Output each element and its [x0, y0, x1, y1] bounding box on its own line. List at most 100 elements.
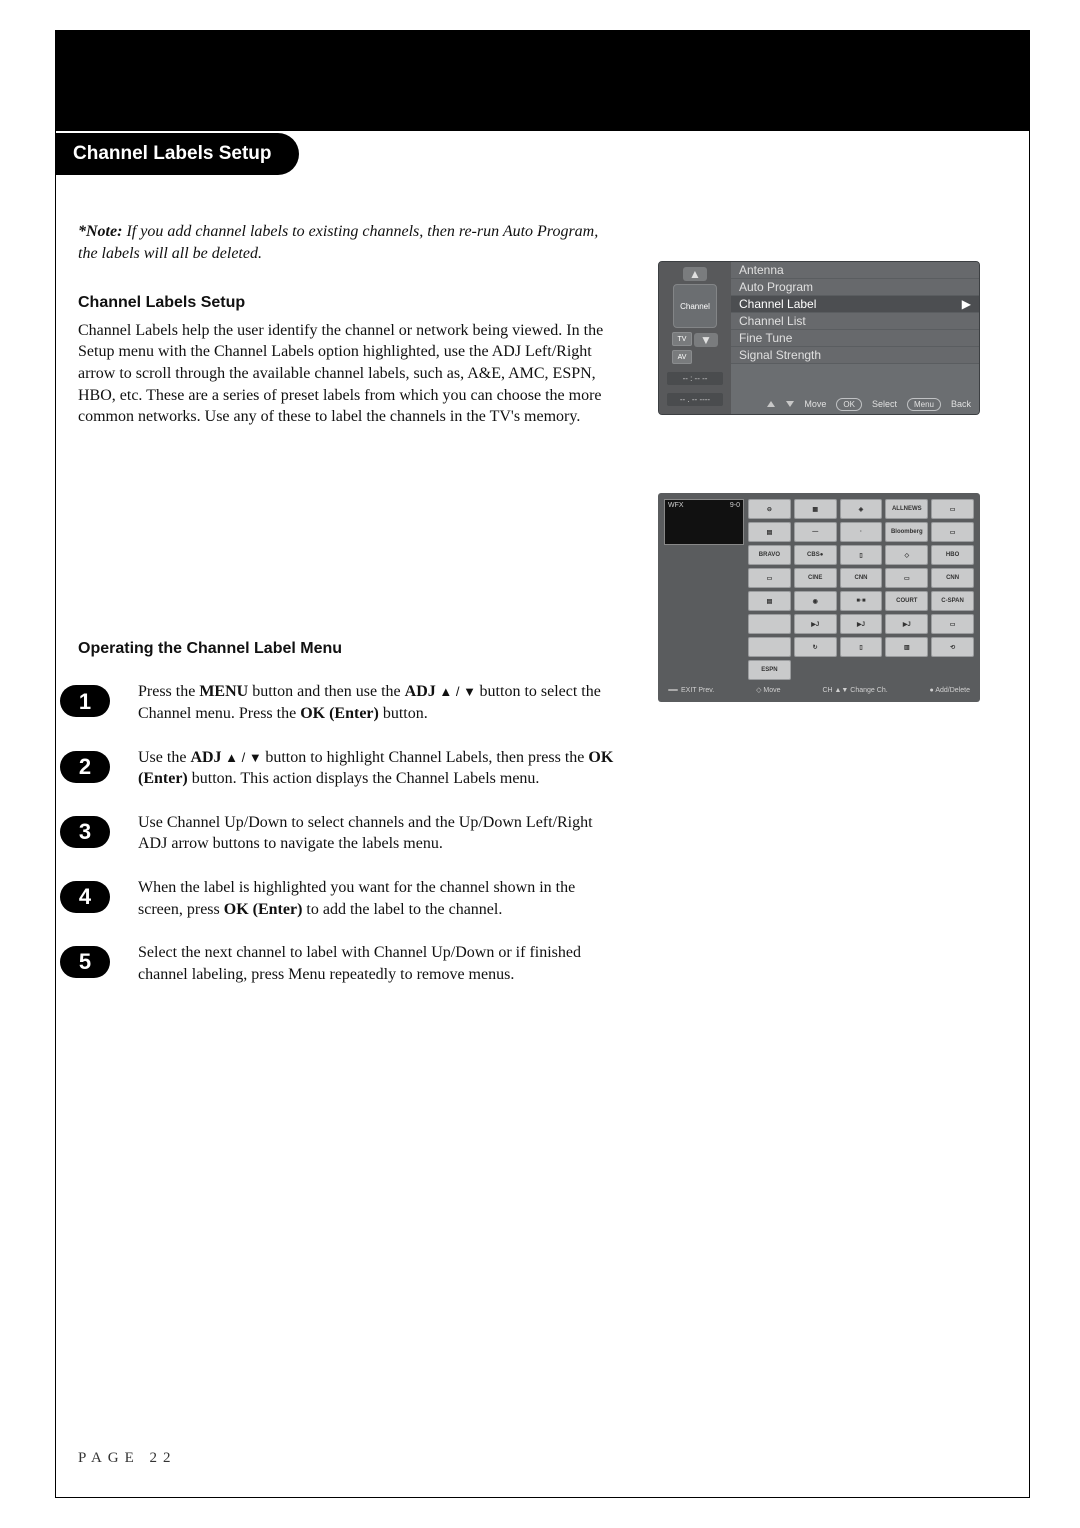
grid-footer-hints: EXIT Prev. ◇ Move CH ▲▼ Change Ch. ● Add…	[664, 684, 974, 696]
logo-cell: ↻	[794, 637, 837, 657]
step-chip: 2	[60, 751, 110, 783]
hint-move: Move	[804, 399, 826, 409]
up-arrow-icon: ▲	[683, 267, 707, 281]
hint-add-delete: ● Add/Delete	[930, 686, 970, 694]
preview-box: WFX 9-0	[664, 499, 744, 545]
manual-page: Channel Labels Setup *Note: If you add c…	[55, 30, 1030, 1498]
chevron-right-icon: ▶	[962, 297, 971, 311]
av-icon: AV	[672, 350, 692, 364]
osd-row-auto-program: Auto Program	[731, 279, 979, 296]
t: button to highlight Channel Labels, then…	[265, 749, 588, 766]
logo-cell: ▭	[885, 568, 928, 588]
step-chip: 5	[60, 946, 110, 978]
osd-left-panel: ▲ Channel TV ▼ AV -- : -- -- -	[659, 262, 731, 414]
down-arrow-icon: ▼	[694, 333, 718, 347]
logo-cell: ·	[840, 522, 883, 542]
logo-cell: C-SPAN	[931, 591, 974, 611]
logo-cell: ▶J	[794, 614, 837, 634]
logo-cell: ▭	[748, 568, 791, 588]
operating-heading: Operating the Channel Label Menu	[78, 638, 618, 660]
logo-cell: ◇	[885, 545, 928, 565]
step-text: Select the next channel to label with Ch…	[138, 942, 618, 985]
logo-cell: CNN	[931, 568, 974, 588]
step-text: Use Channel Up/Down to select channels a…	[138, 812, 618, 855]
note-block: *Note: If you add channel labels to exis…	[78, 221, 618, 264]
osd-row-antenna: Antenna	[731, 262, 979, 279]
osd-row-label: Channel Label	[739, 297, 816, 311]
osd-row-channel-label: Channel Label ▶	[731, 296, 979, 313]
logo-cell: BRAVO	[748, 545, 791, 565]
osd-row-channel-list: Channel List	[731, 313, 979, 330]
note-text: If you add channel labels to existing ch…	[78, 223, 598, 262]
right-column: ▲ Channel TV ▼ AV -- : -- -- -	[658, 221, 994, 1007]
logo-cell: ▭	[931, 499, 974, 519]
step-5: 5 Select the next channel to label with …	[78, 942, 618, 985]
osd-row-label: Auto Program	[739, 280, 813, 294]
hint-change-ch: CH ▲▼ Change Ch.	[822, 686, 887, 694]
logo-cell: ◈	[840, 499, 883, 519]
hint-move: ◇ Move	[756, 686, 780, 694]
section-body: Channel Labels help the user identify th…	[78, 320, 618, 428]
header-black-band	[56, 31, 1029, 131]
page-number: PAGE 22	[78, 1450, 177, 1467]
t: to add the label to the channel.	[302, 901, 502, 918]
t: button. This action displays the Channel…	[188, 770, 540, 787]
osd-row-label: Channel List	[739, 314, 806, 328]
logo-cell: ⟲	[931, 637, 974, 657]
step-3: 3 Use Channel Up/Down to select channels…	[78, 812, 618, 855]
logo-grid: ⊖▦◈ALLNEWS▭▤—·Bloomberg▭BRAVOCBS●▯◇HBO▭C…	[748, 499, 974, 680]
arrow-icon: ▲ / ▼	[222, 750, 266, 765]
logo-cell: ▯	[840, 637, 883, 657]
logo-cell: —	[794, 522, 837, 542]
logo-cell: CNN	[840, 568, 883, 588]
logo-cell: ▶J	[885, 614, 928, 634]
osd-footer-hints: Move OK Select Menu Back	[731, 394, 979, 414]
logo-cell: ESPN	[748, 660, 791, 680]
t: ADJ	[405, 683, 436, 700]
osd-row-fine-tune: Fine Tune	[731, 330, 979, 347]
logo-cell: ▯	[840, 545, 883, 565]
hint-prev: EXIT Prev.	[681, 687, 714, 694]
channel-category-icon: Channel	[673, 284, 717, 328]
osd-row-label: Fine Tune	[739, 331, 792, 345]
left-column: *Note: If you add channel labels to exis…	[78, 221, 618, 1007]
logo-cell: ▦	[794, 499, 837, 519]
t: button and then use the	[248, 683, 404, 700]
logo-cell: ▭	[931, 614, 974, 634]
hint-select: Select	[872, 399, 897, 409]
logo-cell: ▤	[748, 591, 791, 611]
osd-row-label: Antenna	[739, 263, 784, 277]
preview-left-text: WFX	[668, 502, 684, 509]
logo-cell: ▭	[931, 522, 974, 542]
t: Press the	[138, 683, 199, 700]
hint-menu: Menu	[907, 398, 941, 411]
logo-cell: HBO	[931, 545, 974, 565]
hint-ok: OK	[836, 398, 862, 411]
tv-icon: TV	[672, 332, 692, 346]
step-4: 4 When the label is highlighted you want…	[78, 877, 618, 920]
osd-row-label: Signal Strength	[739, 348, 821, 362]
logo-cell: Bloomberg	[885, 522, 928, 542]
osd-status-date: -- . -- ----	[667, 393, 723, 406]
step-chip: 1	[60, 685, 110, 717]
step-chip: 3	[60, 816, 110, 848]
up-triangle-icon	[767, 401, 775, 407]
exit-icon	[668, 689, 678, 691]
t: MENU	[199, 683, 248, 700]
logo-cell	[748, 637, 791, 657]
t: button.	[379, 705, 428, 722]
logo-cell	[748, 614, 791, 634]
logo-cell: ▤	[748, 522, 791, 542]
logo-cell: ▥	[885, 637, 928, 657]
osd-menu-screenshot: ▲ Channel TV ▼ AV -- : -- -- -	[658, 261, 980, 415]
step-chip: 4	[60, 881, 110, 913]
page-title-pill: Channel Labels Setup	[55, 133, 299, 175]
hint-back: Back	[951, 399, 971, 409]
t: ADJ	[190, 749, 221, 766]
arrow-icon: ▲ / ▼	[436, 684, 480, 699]
channel-label-grid-screenshot: WFX 9-0 ⊖▦◈ALLNEWS▭▤—·Bloomberg▭BRAVOCBS…	[658, 493, 980, 702]
logo-cell: COURT	[885, 591, 928, 611]
step-2: 2 Use the ADJ ▲ / ▼ button to highlight …	[78, 747, 618, 790]
logo-cell: ALLNEWS	[885, 499, 928, 519]
logo-cell: ◉	[794, 591, 837, 611]
